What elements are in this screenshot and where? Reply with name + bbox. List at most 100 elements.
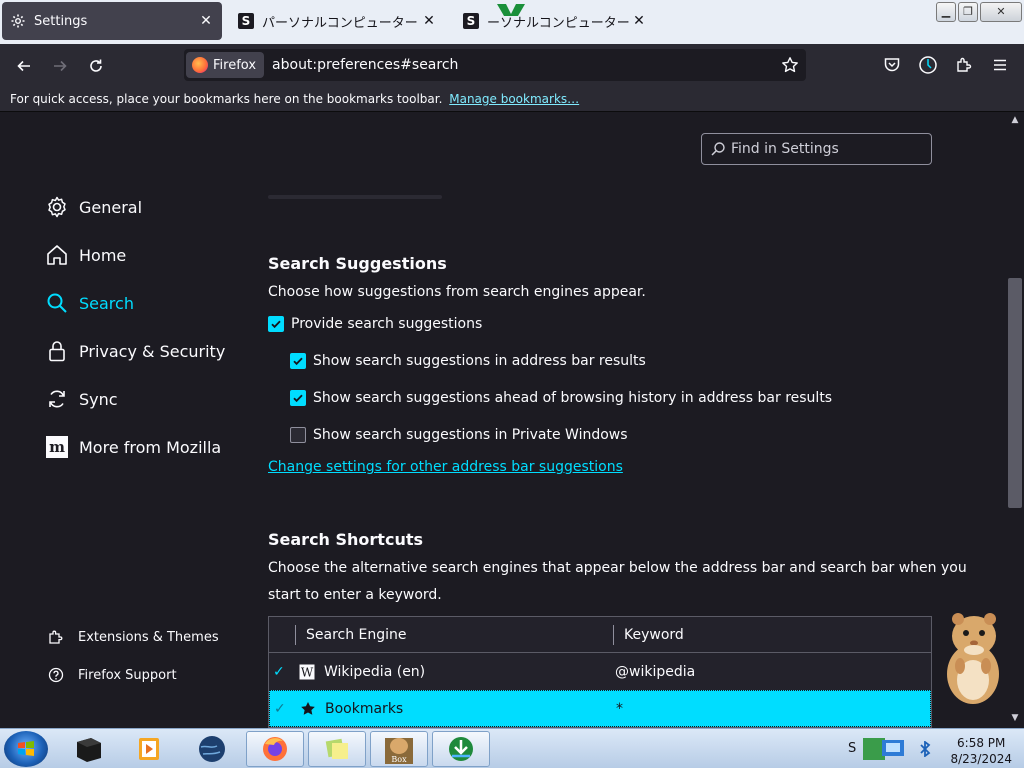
taskbar-app-media-player[interactable] bbox=[120, 731, 178, 767]
download-manager-icon bbox=[449, 737, 473, 761]
engine-name: Bookmarks bbox=[325, 700, 404, 717]
checkbox-label: Show search suggestions ahead of browsin… bbox=[313, 390, 833, 406]
checkbox-checked-icon bbox=[290, 353, 306, 369]
account-button[interactable] bbox=[914, 51, 942, 79]
tab-vaio-1[interactable]: S パーソナルコンピューター VAI ✕ bbox=[230, 2, 445, 40]
star-icon bbox=[300, 701, 316, 717]
wikipedia-icon: W bbox=[299, 664, 315, 680]
star-icon bbox=[782, 57, 798, 73]
find-in-settings-input[interactable]: Find in Settings bbox=[701, 133, 932, 165]
tray-network-icon[interactable] bbox=[862, 736, 912, 762]
engine-keyword[interactable]: @wikipedia bbox=[615, 664, 695, 680]
table-row[interactable]: ✓ W Wikipedia (en) @wikipedia bbox=[269, 653, 931, 690]
private-windows-suggestions-checkbox[interactable]: Show search suggestions in Private Windo… bbox=[290, 427, 628, 443]
column-header-engine[interactable]: Search Engine bbox=[306, 627, 407, 643]
url-text[interactable]: about:preferences#search bbox=[272, 57, 776, 73]
window-controls: ▁ ❐ ✕ bbox=[936, 2, 1022, 22]
tray-letter: S bbox=[848, 741, 857, 756]
restore-button[interactable]: ❐ bbox=[958, 2, 978, 22]
column-header-keyword[interactable]: Keyword bbox=[624, 627, 684, 643]
green-gem-icon bbox=[497, 4, 525, 16]
scroll-down-arrow-icon[interactable]: ▼ bbox=[1010, 713, 1020, 723]
hamburger-menu-icon bbox=[994, 59, 1006, 71]
column-separator bbox=[613, 625, 614, 645]
reload-icon bbox=[90, 59, 102, 72]
check-icon[interactable]: ✓ bbox=[273, 664, 289, 680]
taskbar-app-download-manager[interactable] bbox=[432, 731, 490, 767]
manage-bookmarks-link[interactable]: Manage bookmarks… bbox=[449, 92, 579, 106]
sidebar-item-sync[interactable]: Sync bbox=[45, 387, 118, 411]
reload-button[interactable] bbox=[82, 52, 110, 80]
sidebar-item-label: Privacy & Security bbox=[79, 341, 226, 361]
forward-arrow-icon bbox=[54, 60, 67, 72]
identity-box[interactable]: Firefox bbox=[186, 52, 265, 78]
puzzle-icon bbox=[47, 628, 65, 646]
bookmark-star-button[interactable] bbox=[776, 51, 804, 79]
taskbar-app-hamster-box[interactable]: Box bbox=[370, 731, 428, 767]
column-separator bbox=[295, 625, 296, 645]
gear-icon bbox=[45, 195, 69, 219]
taskbar-app-firefox[interactable] bbox=[246, 731, 304, 767]
table-row-selected[interactable]: ✓ Bookmarks * bbox=[269, 690, 931, 727]
tray-bluetooth-icon[interactable] bbox=[918, 741, 932, 757]
black-cube-icon bbox=[77, 738, 101, 762]
sidebar-item-home[interactable]: Home bbox=[45, 243, 126, 267]
sticky-notes-icon bbox=[325, 738, 348, 759]
clock-date: 8/23/2024 bbox=[950, 752, 1012, 766]
change-address-bar-settings-link[interactable]: Change settings for other address bar su… bbox=[268, 459, 623, 475]
check-icon[interactable]: ✓ bbox=[274, 701, 290, 717]
mozilla-icon: m bbox=[45, 435, 69, 459]
lock-icon bbox=[45, 339, 69, 363]
close-window-button[interactable]: ✕ bbox=[980, 2, 1022, 22]
sidebar-footer-label: Extensions & Themes bbox=[78, 629, 219, 645]
clock-time: 6:58 PM bbox=[957, 736, 1006, 750]
sidebar-item-label: More from Mozilla bbox=[79, 437, 222, 457]
tab-vaio-2[interactable]: S ーソナルコンピューター VAI ✕ bbox=[455, 2, 655, 40]
help-icon bbox=[47, 666, 65, 684]
back-button[interactable] bbox=[10, 52, 38, 80]
menu-button[interactable] bbox=[986, 51, 1014, 79]
table-header: Search Engine Keyword bbox=[269, 617, 931, 653]
section-divider bbox=[268, 195, 442, 199]
taskbar-app-globe[interactable] bbox=[183, 731, 241, 767]
address-bar[interactable]: Firefox about:preferences#search bbox=[184, 49, 806, 81]
back-arrow-icon bbox=[17, 60, 30, 72]
checkbox-label: Provide search suggestions bbox=[291, 316, 483, 332]
globe-icon bbox=[199, 736, 225, 762]
close-icon[interactable]: ✕ bbox=[631, 13, 647, 29]
page-scrollbar[interactable]: ▲ ▼ bbox=[1006, 113, 1024, 728]
address-bar-suggestions-checkbox[interactable]: Show search suggestions in address bar r… bbox=[290, 353, 646, 369]
scroll-up-arrow-icon[interactable]: ▲ bbox=[1010, 115, 1020, 125]
sidebar-item-label: General bbox=[79, 197, 143, 217]
sidebar-firefox-support[interactable]: Firefox Support bbox=[47, 666, 177, 684]
extensions-button[interactable] bbox=[950, 51, 978, 79]
search-suggestions-description: Choose how suggestions from search engin… bbox=[268, 284, 646, 300]
close-icon[interactable]: ✕ bbox=[421, 13, 437, 29]
pocket-icon bbox=[884, 58, 900, 72]
minimize-button[interactable]: ▁ bbox=[936, 2, 956, 22]
engine-keyword[interactable]: * bbox=[616, 701, 623, 717]
system-clock[interactable]: 6:58 PM 8/23/2024 bbox=[950, 735, 1012, 767]
checkbox-label: Show search suggestions in address bar r… bbox=[313, 353, 646, 369]
search-engines-table[interactable]: Search Engine Keyword ✓ W Wikipedia (en)… bbox=[268, 616, 932, 728]
sidebar-item-search[interactable]: Search bbox=[45, 291, 134, 315]
tab-settings[interactable]: Settings ✕ bbox=[2, 2, 222, 40]
suggestions-ahead-of-history-checkbox[interactable]: Show search suggestions ahead of browsin… bbox=[290, 390, 832, 406]
taskbar-app-notes[interactable] bbox=[308, 731, 366, 767]
home-icon bbox=[45, 243, 69, 267]
forward-button[interactable] bbox=[46, 52, 74, 80]
scroll-thumb[interactable] bbox=[1008, 278, 1022, 508]
tab-title: パーソナルコンピューター VAI bbox=[262, 15, 421, 31]
taskbar-app-black-box[interactable] bbox=[60, 731, 118, 767]
navigation-toolbar: Firefox about:preferences#search bbox=[0, 44, 1024, 86]
sidebar-item-general[interactable]: General bbox=[45, 195, 142, 219]
tab-strip: Settings ✕ S パーソナルコンピューター VAI ✕ S ーソナルコン… bbox=[0, 0, 1024, 44]
sidebar-item-more-from-mozilla[interactable]: m More from Mozilla bbox=[45, 435, 221, 459]
provide-suggestions-checkbox[interactable]: Provide search suggestions bbox=[268, 316, 482, 332]
start-button[interactable] bbox=[4, 731, 48, 767]
search-icon bbox=[45, 291, 69, 315]
close-icon[interactable]: ✕ bbox=[198, 13, 214, 29]
pocket-button[interactable] bbox=[878, 51, 906, 79]
sidebar-extensions-themes[interactable]: Extensions & Themes bbox=[47, 628, 219, 646]
sidebar-item-privacy[interactable]: Privacy & Security bbox=[45, 339, 225, 363]
